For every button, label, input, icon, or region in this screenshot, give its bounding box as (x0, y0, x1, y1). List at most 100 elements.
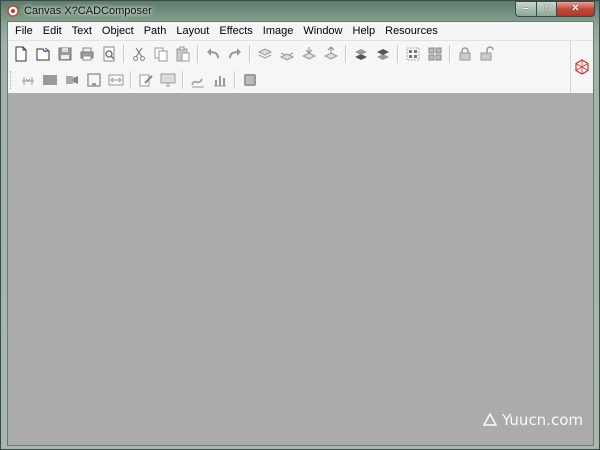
minimize-button[interactable]: ‒ (515, 1, 537, 17)
print-button[interactable] (76, 43, 98, 65)
toolbar-grip[interactable] (10, 71, 15, 89)
curve-tool-icon (191, 78, 204, 88)
copy-button[interactable] (150, 43, 172, 65)
toolbar-separator (449, 45, 451, 63)
layer-down-button[interactable] (276, 43, 298, 65)
bring-forward-button[interactable] (298, 43, 320, 65)
minimize-icon: ‒ (523, 3, 529, 14)
dimension-line-button[interactable] (17, 69, 39, 91)
close-button[interactable]: ✕ (557, 1, 595, 17)
fit-width-button[interactable] (105, 69, 127, 91)
bar-chart-button[interactable] (209, 69, 231, 91)
send-backward-button[interactable] (320, 43, 342, 65)
bring-forward-icon (301, 47, 317, 60)
bring-to-front-icon (355, 49, 367, 60)
watermark-logo-icon (482, 412, 498, 426)
menu-bar: File Edit Text Object Path Layout Effect… (8, 22, 593, 41)
curve-tool-button[interactable] (187, 69, 209, 91)
menu-object[interactable]: Object (97, 22, 139, 40)
lock-button[interactable] (454, 43, 476, 65)
window-controls: ‒ □ ✕ (515, 1, 595, 17)
menu-layout[interactable]: Layout (171, 22, 214, 40)
print-preview-button[interactable] (98, 43, 120, 65)
bring-to-front-button[interactable] (350, 43, 372, 65)
app-window: Canvas X?CADComposer ‒ □ ✕ File Edit Tex… (0, 0, 600, 450)
toolbar-separator (345, 45, 347, 63)
maximize-button[interactable]: □ (537, 1, 557, 17)
rectangle-fill-icon (43, 75, 57, 85)
redo-button[interactable] (224, 43, 246, 65)
toolbar-separator (197, 45, 199, 63)
layer-down-icon (279, 52, 295, 61)
menu-help[interactable]: Help (348, 22, 381, 40)
new-document-button[interactable] (10, 43, 32, 65)
object-box-icon (244, 74, 256, 86)
scissors-icon (133, 47, 145, 61)
menu-effects[interactable]: Effects (214, 22, 257, 40)
frame-button[interactable] (83, 69, 105, 91)
watermark: Yuucn.com (482, 411, 583, 429)
toolbar-separator (182, 71, 184, 89)
standard-toolbar (8, 42, 498, 66)
menu-path[interactable]: Path (139, 22, 172, 40)
transform-shape-button[interactable] (61, 69, 83, 91)
monitor-icon (160, 73, 176, 87)
unlock-button[interactable] (476, 43, 498, 65)
cut-button[interactable] (128, 43, 150, 65)
undo-icon (207, 48, 219, 59)
send-backward-icon (323, 46, 339, 60)
lock-icon (459, 47, 471, 61)
fit-width-icon (108, 74, 124, 86)
canvas-logo (570, 41, 593, 93)
save-icon (58, 47, 72, 61)
document-workspace[interactable]: Yuucn.com (8, 93, 593, 445)
print-icon (80, 47, 94, 61)
close-icon: ✕ (571, 3, 580, 14)
open-file-icon (36, 47, 50, 61)
menu-file[interactable]: File (10, 22, 38, 40)
undo-button[interactable] (202, 43, 224, 65)
send-to-back-icon (377, 49, 389, 60)
window-title: Canvas X?CADComposer (24, 5, 152, 17)
transform-shape-icon (66, 76, 78, 84)
maximize-icon: □ (543, 3, 550, 14)
title-bar[interactable]: Canvas X?CADComposer ‒ □ ✕ (1, 1, 599, 21)
rectangle-fill-button[interactable] (39, 69, 61, 91)
group-button[interactable] (402, 43, 424, 65)
new-document-icon (15, 46, 27, 62)
toolbar-separator (234, 71, 236, 89)
drawing-toolbar (8, 68, 261, 92)
open-file-button[interactable] (32, 43, 54, 65)
edit-note-button[interactable] (135, 69, 157, 91)
layer-up-button[interactable] (254, 43, 276, 65)
menu-resources[interactable]: Resources (380, 22, 443, 40)
group-icon (406, 47, 420, 61)
send-to-back-button[interactable] (372, 43, 394, 65)
toolbar-separator (249, 45, 251, 63)
copy-icon (154, 47, 168, 62)
layer-up-icon (257, 48, 273, 59)
edit-note-icon (139, 74, 153, 87)
frame-icon (87, 73, 101, 87)
client-area: File Edit Text Object Path Layout Effect… (7, 21, 594, 446)
menu-window[interactable]: Window (298, 22, 347, 40)
save-button[interactable] (54, 43, 76, 65)
object-box-button[interactable] (239, 69, 261, 91)
dimension-line-icon (22, 77, 34, 85)
menu-edit[interactable]: Edit (38, 22, 67, 40)
redo-icon (229, 48, 241, 59)
toolbar-separator (130, 71, 132, 89)
menu-image[interactable]: Image (258, 22, 299, 40)
monitor-display-button[interactable] (157, 69, 179, 91)
menu-text[interactable]: Text (67, 22, 97, 40)
print-preview-icon (103, 46, 115, 62)
watermark-text: Yuucn.com (501, 411, 583, 429)
paste-button[interactable] (172, 43, 194, 65)
toolbar-separator (123, 45, 125, 63)
toolbar-area (8, 41, 593, 94)
unlock-icon (480, 46, 494, 61)
ungroup-button[interactable] (424, 43, 446, 65)
paste-icon (176, 46, 190, 62)
canvas-logo-icon (575, 59, 589, 75)
bar-chart-icon (214, 76, 226, 87)
